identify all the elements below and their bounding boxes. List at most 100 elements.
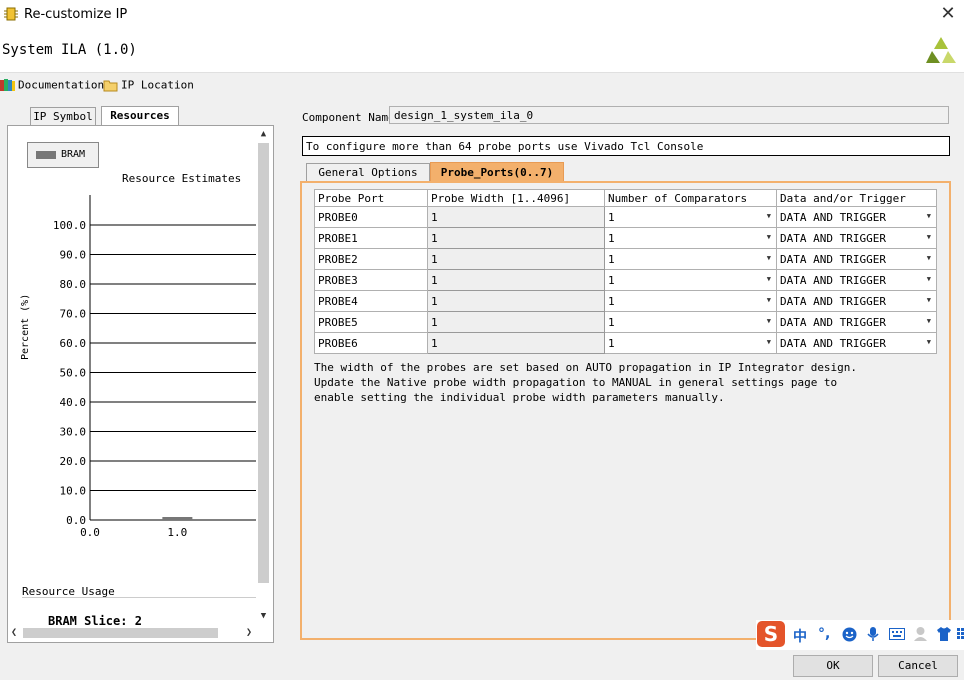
trigger-select[interactable]: DATA AND TRIGGER ▼ bbox=[776, 269, 937, 291]
comparators-select[interactable]: 1 ▼ bbox=[604, 206, 777, 228]
ok-button[interactable]: OK bbox=[793, 655, 873, 677]
dropdown-arrow-icon: ▼ bbox=[766, 233, 771, 241]
resource-chart: 0.0 10.0 20.0 30.0 40.0 50.0 60.0 70.0 80.0 90.0 1… bbox=[53, 195, 256, 539]
comparators-select[interactable]: 1 ▼ bbox=[604, 269, 777, 291]
app-ip-icon bbox=[4, 7, 18, 21]
cancel-button[interactable]: Cancel bbox=[878, 655, 958, 677]
header-probe-width: Probe Width [1..4096] bbox=[427, 189, 605, 207]
tab-probe-ports[interactable]: Probe_Ports(0..7) bbox=[430, 162, 564, 182]
probe-port-cell: PROBE4 bbox=[314, 290, 428, 312]
table-row: PROBE4 1 1 ▼ DATA AND TRIGGER ▼ bbox=[314, 290, 937, 312]
y-tick-label: 30.0 bbox=[60, 426, 87, 439]
info-message: To configure more than 64 probe ports us… bbox=[302, 136, 950, 156]
chinese-mode-icon[interactable]: 中 bbox=[793, 626, 807, 646]
comparators-select[interactable]: 1 ▼ bbox=[604, 332, 777, 354]
plot-area bbox=[90, 195, 256, 520]
dropdown-arrow-icon: ▼ bbox=[926, 296, 931, 304]
chevron-right-icon[interactable]: ❯ bbox=[246, 627, 256, 639]
dropdown-arrow-icon: ▼ bbox=[926, 233, 931, 241]
title-bar bbox=[0, 0, 964, 30]
note-line-2: Update the Native probe width propagatio… bbox=[314, 376, 838, 389]
trigger-value: DATA AND TRIGGER bbox=[780, 336, 886, 350]
documentation-label: Documentation bbox=[18, 78, 105, 92]
comparators-select[interactable]: 1 ▼ bbox=[604, 290, 777, 312]
bar-bram bbox=[162, 517, 193, 520]
trigger-value: DATA AND TRIGGER bbox=[780, 315, 886, 329]
probe-port-cell: PROBE0 bbox=[314, 206, 428, 228]
trigger-select[interactable]: DATA AND TRIGGER ▼ bbox=[776, 311, 937, 333]
y-tick-label: 40.0 bbox=[60, 396, 87, 409]
note-line-3: enable setting the individual probe widt… bbox=[314, 391, 725, 404]
sogou-icon[interactable]: S bbox=[757, 621, 785, 647]
y-tick-label: 10.0 bbox=[60, 485, 87, 498]
x-tick-label: 0.0 bbox=[80, 526, 100, 539]
probe-width-input[interactable]: 1 bbox=[427, 311, 605, 333]
probe-table: Probe Port Probe Width [1..4096] Number … bbox=[314, 189, 937, 354]
y-tick-label: 50.0 bbox=[60, 367, 87, 380]
xilinx-logo bbox=[926, 37, 956, 63]
header-data-trigger: Data and/or Trigger bbox=[776, 189, 937, 207]
trigger-value: DATA AND TRIGGER bbox=[780, 273, 886, 287]
shirt-icon[interactable] bbox=[936, 627, 952, 641]
documentation-button[interactable]: Documentation bbox=[0, 78, 104, 94]
probe-width-input[interactable]: 1 bbox=[427, 206, 605, 228]
y-tick-label: 20.0 bbox=[60, 455, 87, 468]
chevron-up-icon[interactable]: ▲ bbox=[258, 129, 269, 141]
trigger-value: DATA AND TRIGGER bbox=[780, 252, 886, 266]
chart-title: Resource Estimates bbox=[122, 172, 242, 185]
table-row: PROBE2 1 1 ▼ DATA AND TRIGGER ▼ bbox=[314, 248, 937, 270]
trigger-select[interactable]: DATA AND TRIGGER ▼ bbox=[776, 206, 937, 228]
component-name-field[interactable]: design_1_system_ila_0 bbox=[389, 106, 949, 124]
trigger-value: DATA AND TRIGGER bbox=[780, 294, 886, 308]
y-tick-label: 60.0 bbox=[60, 337, 87, 350]
comparators-select[interactable]: 1 ▼ bbox=[604, 248, 777, 270]
trigger-select[interactable]: DATA AND TRIGGER ▼ bbox=[776, 248, 937, 270]
probe-port-cell: PROBE6 bbox=[314, 332, 428, 354]
comparators-select[interactable]: 1 ▼ bbox=[604, 227, 777, 249]
dropdown-arrow-icon: ▼ bbox=[766, 275, 771, 283]
mic-icon[interactable] bbox=[866, 626, 880, 642]
table-row: PROBE5 1 1 ▼ DATA AND TRIGGER ▼ bbox=[314, 311, 937, 333]
comparators-select[interactable]: 1 ▼ bbox=[604, 311, 777, 333]
note-line-1: The width of the probes are set based on… bbox=[314, 361, 858, 374]
user-icon[interactable] bbox=[913, 626, 928, 642]
comparators-value: 1 bbox=[608, 252, 615, 266]
table-row: PROBE1 1 1 ▼ DATA AND TRIGGER ▼ bbox=[314, 227, 937, 249]
probe-width-input[interactable]: 1 bbox=[427, 290, 605, 312]
header bbox=[0, 30, 964, 73]
emoji-icon[interactable] bbox=[842, 627, 857, 642]
documentation-icon bbox=[0, 79, 15, 91]
ip-location-button[interactable]: IP Location bbox=[103, 78, 194, 94]
horizontal-scroll-thumb[interactable] bbox=[23, 628, 218, 638]
window-title: Re-customize IP bbox=[24, 7, 128, 22]
table-header-row: Probe Port Probe Width [1..4096] Number … bbox=[314, 189, 937, 207]
comparators-value: 1 bbox=[608, 315, 615, 329]
ip-title: System ILA (1.0) bbox=[2, 42, 137, 58]
tab-general-options[interactable]: General Options bbox=[306, 163, 430, 182]
tab-ip-symbol[interactable]: IP Symbol bbox=[30, 107, 96, 126]
component-name-label: Component Name bbox=[302, 111, 395, 124]
chevron-left-icon[interactable]: ❮ bbox=[11, 627, 21, 639]
punctuation-icon[interactable]: °, bbox=[818, 626, 830, 642]
probe-width-input[interactable]: 1 bbox=[427, 332, 605, 354]
probe-port-cell: PROBE2 bbox=[314, 248, 428, 270]
trigger-select[interactable]: DATA AND TRIGGER ▼ bbox=[776, 290, 937, 312]
ip-location-label: IP Location bbox=[121, 78, 194, 92]
trigger-select[interactable]: DATA AND TRIGGER ▼ bbox=[776, 332, 937, 354]
chevron-down-icon[interactable]: ▼ bbox=[258, 611, 269, 623]
comparators-value: 1 bbox=[608, 210, 615, 224]
probe-width-input[interactable]: 1 bbox=[427, 269, 605, 291]
grid-icon[interactable] bbox=[957, 628, 964, 640]
header-probe-port: Probe Port bbox=[314, 189, 428, 207]
probe-width-input[interactable]: 1 bbox=[427, 227, 605, 249]
table-row: PROBE6 1 1 ▼ DATA AND TRIGGER ▼ bbox=[314, 332, 937, 354]
comparators-value: 1 bbox=[608, 336, 615, 350]
close-icon[interactable]: ✕ bbox=[936, 4, 960, 26]
tab-resources[interactable]: Resources bbox=[101, 106, 179, 126]
trigger-value: DATA AND TRIGGER bbox=[780, 210, 886, 224]
trigger-select[interactable]: DATA AND TRIGGER ▼ bbox=[776, 227, 937, 249]
probe-width-input[interactable]: 1 bbox=[427, 248, 605, 270]
keyboard-icon[interactable] bbox=[889, 628, 905, 640]
header-comparators: Number of Comparators bbox=[604, 189, 777, 207]
vertical-scroll-thumb[interactable] bbox=[258, 143, 269, 583]
